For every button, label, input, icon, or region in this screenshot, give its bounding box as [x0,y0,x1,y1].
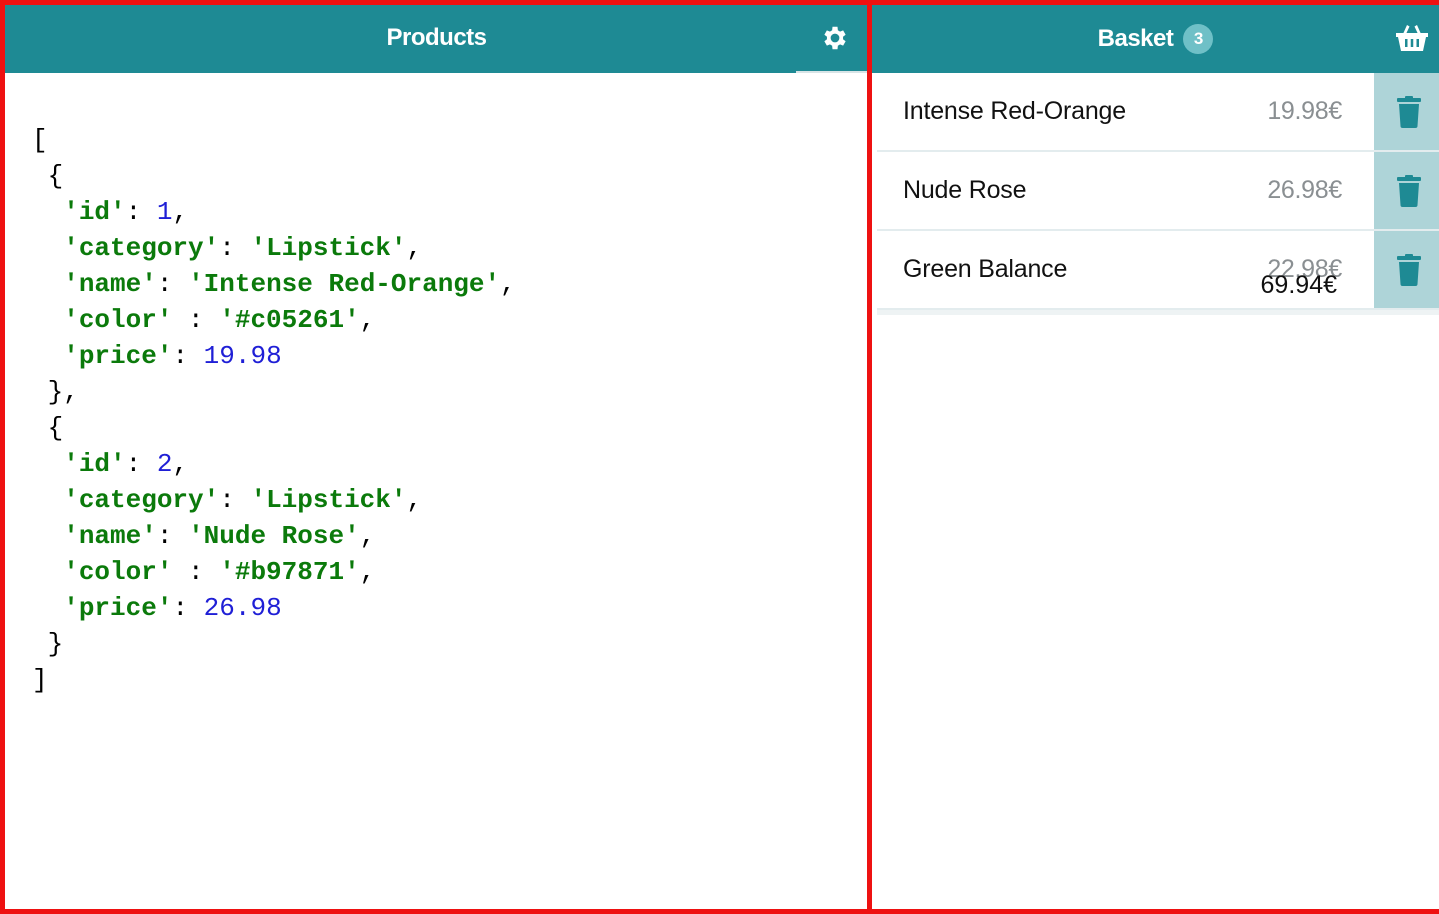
code-line: 'name': 'Intense Red-Orange', [32,266,516,302]
delete-item-button[interactable] [1374,73,1439,150]
code-punct: : [156,521,189,551]
code-line: ] [32,662,516,698]
code-punct [32,197,63,227]
basket-panel: Basket 3 Intense Red-Orange 19.98€ Nude … [867,0,1439,914]
code-string: 'category' [63,485,220,515]
code-punct: : [172,341,204,371]
code-line: { [32,158,516,194]
code-punct: [ [32,125,48,155]
code-line: 'color' : '#b97871', [32,554,516,590]
code-string: '#b97871' [219,557,360,587]
basket-count-badge: 3 [1183,24,1214,54]
code-string: 'price' [63,341,173,371]
code-line: 'name': 'Nude Rose', [32,518,516,554]
code-line: 'price': 19.98 [32,338,516,374]
code-punct: : [219,485,251,515]
basket-item: Nude Rose 26.98€ [877,152,1439,231]
code-punct [32,557,63,587]
basket-item-name: Intense Red-Orange [903,97,1126,125]
code-punct [32,521,63,551]
code-punct: , [500,269,516,299]
code-punct: , [359,521,376,551]
code-string: 'id' [63,197,126,227]
basket-title: Basket [1097,25,1174,52]
code-string: 'Lipstick' [250,233,407,263]
code-line: }, [32,374,516,410]
code-string: '#c05261' [219,305,360,335]
code-string: 'color' [63,557,173,587]
code-punct: : [156,269,189,299]
products-title: Products [386,24,487,51]
basket-item-price: 19.98€ [1267,97,1342,125]
code-punct: , [359,557,376,587]
code-punct: : [172,593,204,623]
code-punct: }, [32,377,79,407]
products-json-code: [ { 'id': 1, 'category': 'Lipstick', 'na… [32,122,516,698]
code-line: 'id': 2, [32,446,516,482]
code-line: 'category': 'Lipstick', [32,230,516,266]
trash-icon [1397,253,1421,286]
code-punct: { [32,161,64,191]
code-punct: , [172,449,189,479]
code-punct: : [172,557,220,587]
code-string: 'name' [63,269,157,299]
code-line: 'price': 26.98 [32,590,516,626]
code-line: { [32,410,516,446]
code-punct [32,593,63,623]
basket-total: 69.94€ [1260,271,1337,299]
code-number: 19.98 [203,341,282,371]
code-string: 'Intense Red-Orange' [188,269,501,299]
code-line: } [32,626,516,662]
delete-item-button[interactable] [1374,152,1439,229]
basket-item: Intense Red-Orange 19.98€ [877,73,1439,152]
trash-icon [1397,95,1421,128]
code-punct: , [172,197,189,227]
code-punct: : [125,449,157,479]
basket-item: Green Balance 22.98€ [877,231,1439,310]
code-string: 'price' [63,593,173,623]
code-punct [32,305,63,335]
code-punct: , [406,485,423,515]
code-punct: : [125,197,157,227]
code-line: 'id': 1, [32,194,516,230]
code-punct: } [32,629,64,659]
code-string: 'name' [63,521,157,551]
code-punct: { [32,413,64,443]
basket-header: Basket 3 [872,5,1439,73]
code-punct [32,233,63,263]
code-punct [32,341,63,371]
products-header: Products [5,5,868,73]
delete-item-button[interactable] [1374,231,1439,308]
code-string: 'id' [63,449,126,479]
code-string: 'Lipstick' [250,485,407,515]
code-string: 'color' [63,305,173,335]
basket-item-name: Green Balance [903,255,1068,283]
basket-item-name: Nude Rose [903,176,1027,204]
basket-item-price: 26.98€ [1267,176,1342,204]
code-line: 'category': 'Lipstick', [32,482,516,518]
code-line: [ [32,122,516,158]
trash-icon [1397,174,1421,207]
code-punct: : [172,305,220,335]
products-panel: Products [ { 'id': 1, 'category': 'Lipst… [0,0,873,914]
code-number: 26.98 [203,593,282,623]
code-string: 'Nude Rose' [188,521,360,551]
gear-icon[interactable] [820,23,850,53]
code-line: 'color' : '#c05261', [32,302,516,338]
code-punct: , [406,233,423,263]
code-punct [32,485,63,515]
code-number: 2 [156,449,173,479]
basket-list: Intense Red-Orange 19.98€ Nude Rose 26.9… [877,73,1439,315]
code-punct: ] [32,665,48,695]
code-punct [32,449,63,479]
basket-icon[interactable] [1395,22,1429,54]
code-string: 'category' [63,233,220,263]
code-number: 1 [156,197,173,227]
code-punct [32,269,63,299]
code-punct: : [219,233,251,263]
basket-divider [877,310,1439,315]
code-punct: , [359,305,376,335]
